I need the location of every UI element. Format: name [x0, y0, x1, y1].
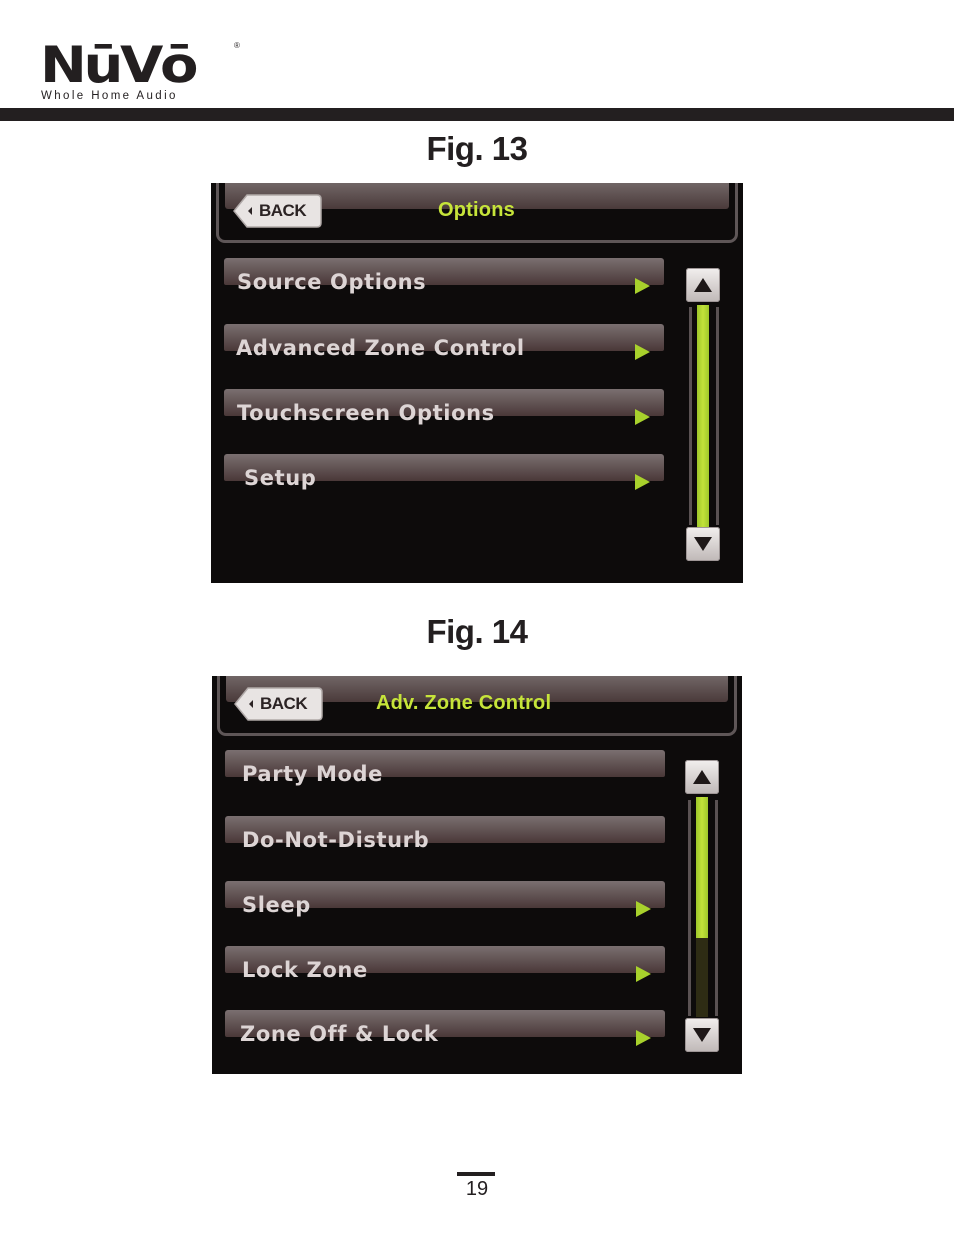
adv-zone-control-screen: BACK Adv. Zone Control Party Mode Do-Not… [212, 676, 742, 1074]
menu-item-label: Setup [244, 466, 317, 490]
arrow-down-icon [693, 1028, 711, 1042]
chevron-right-icon [635, 278, 650, 294]
options-screen: BACK Options Source Options Advanced Zon… [211, 183, 743, 583]
menu-item-label: Touchscreen Options [237, 401, 495, 425]
chevron-right-icon [636, 1030, 651, 1046]
chevron-right-icon [636, 966, 651, 982]
figure-caption-14: Fig. 14 [426, 613, 528, 650]
screen-title: Adv. Zone Control [376, 692, 552, 714]
scroll-rail-left [689, 307, 692, 525]
menu-item-source-options[interactable]: Source Options [224, 258, 664, 302]
registered-mark: ® [234, 41, 240, 50]
chevron-right-icon [636, 901, 651, 917]
chevron-right-icon [635, 474, 650, 490]
scroll-rail-right [715, 800, 718, 1016]
menu-item-label: Advanced Zone Control [236, 336, 525, 360]
menu-item-zone-off-lock[interactable]: Zone Off & Lock [225, 1010, 665, 1054]
back-label: BACK [259, 201, 307, 220]
scroll-up-button[interactable] [685, 760, 719, 794]
logo-wordmark: NūVō [40, 36, 198, 94]
scroll-down-button[interactable] [686, 527, 720, 561]
back-button[interactable]: BACK [234, 686, 323, 722]
menu-item-label: Do-Not-Disturb [242, 828, 430, 852]
page-number-rule [457, 1172, 495, 1176]
nuvo-logo: NūVō ® Whole Home Audio [38, 36, 240, 102]
menu-item-advanced-zone-control[interactable]: Advanced Zone Control [224, 324, 664, 368]
menu-item-label: Source Options [237, 270, 427, 294]
logo-tagline: Whole Home Audio [41, 90, 178, 102]
menu-item-setup[interactable]: Setup [224, 454, 664, 498]
menu-item-label: Party Mode [242, 762, 383, 786]
scroll-thumb[interactable] [697, 305, 709, 527]
chevron-right-icon [635, 344, 650, 360]
figure-caption-13: Fig. 13 [426, 130, 528, 167]
back-label: BACK [260, 694, 308, 713]
arrow-up-icon [694, 278, 712, 292]
menu-item-label: Sleep [242, 893, 311, 917]
menu-item-label: Lock Zone [242, 958, 368, 982]
scroll-thumb[interactable] [696, 797, 708, 938]
scroll-rail-right [716, 307, 719, 525]
arrow-up-icon [693, 770, 711, 784]
page-number: 19 [465, 1178, 489, 1200]
header-divider [0, 108, 954, 121]
scroll-up-button[interactable] [686, 268, 720, 302]
menu-item-lock-zone[interactable]: Lock Zone [225, 946, 665, 990]
screen-title: Options [438, 199, 515, 221]
menu-item-label: Zone Off & Lock [240, 1022, 439, 1046]
menu-item-party-mode[interactable]: Party Mode [225, 750, 665, 794]
arrow-down-icon [694, 537, 712, 551]
back-button[interactable]: BACK [233, 193, 322, 229]
menu-item-sleep[interactable]: Sleep [225, 881, 665, 925]
menu-item-touchscreen-options[interactable]: Touchscreen Options [224, 389, 664, 433]
scroll-down-button[interactable] [685, 1018, 719, 1052]
menu-item-do-not-disturb[interactable]: Do-Not-Disturb [225, 816, 665, 860]
chevron-right-icon [635, 409, 650, 425]
scroll-rail-left [688, 800, 691, 1016]
